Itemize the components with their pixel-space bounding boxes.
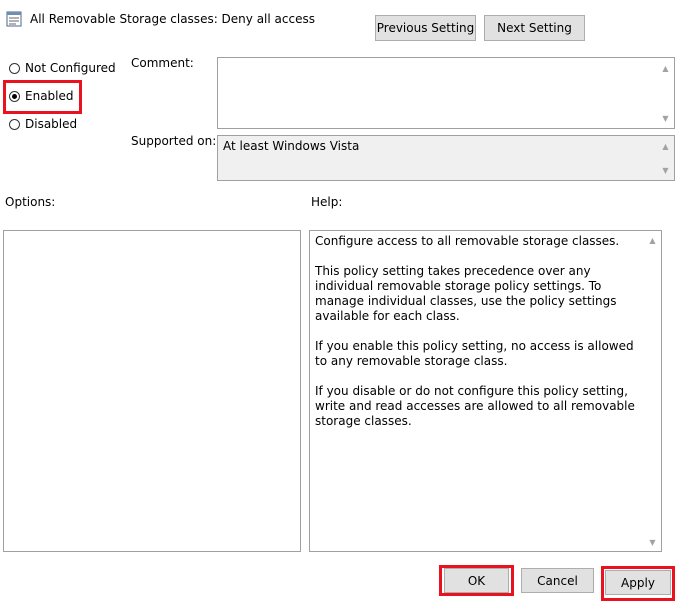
dialog-title: All Removable Storage classes: Deny all … bbox=[30, 12, 315, 26]
radio-disabled-label: Disabled bbox=[25, 117, 78, 131]
cancel-button[interactable]: Cancel bbox=[521, 568, 594, 593]
scroll-up-icon[interactable]: ▲ bbox=[644, 233, 661, 247]
help-text: Configure access to all removable storag… bbox=[315, 234, 641, 444]
scroll-down-icon[interactable]: ▼ bbox=[644, 535, 661, 549]
next-setting-button[interactable]: Next Setting bbox=[484, 15, 585, 41]
help-paragraph: This policy setting takes precedence ove… bbox=[315, 264, 617, 323]
supported-on-value: At least Windows Vista bbox=[223, 139, 360, 153]
help-paragraph: If you enable this policy setting, no ac… bbox=[315, 339, 634, 368]
radio-disabled-indicator[interactable] bbox=[9, 118, 20, 130]
scroll-down-icon[interactable]: ▼ bbox=[657, 111, 674, 125]
comment-label: Comment: bbox=[131, 56, 194, 70]
policy-setting-icon bbox=[6, 11, 22, 27]
apply-button[interactable]: Apply bbox=[605, 570, 671, 595]
options-panel bbox=[3, 230, 301, 552]
radio-enabled-label: Enabled bbox=[25, 89, 74, 103]
radio-not-configured-label: Not Configured bbox=[25, 61, 116, 75]
radio-enabled-indicator[interactable] bbox=[9, 90, 20, 102]
help-paragraph: Configure access to all removable storag… bbox=[315, 234, 620, 248]
radio-enabled[interactable]: Enabled bbox=[9, 89, 74, 103]
ok-button[interactable]: OK bbox=[444, 568, 509, 593]
radio-not-configured[interactable]: Not Configured bbox=[9, 61, 116, 75]
supported-on-box: At least Windows Vista ▲ ▼ bbox=[217, 135, 675, 181]
help-paragraph: If you disable or do not configure this … bbox=[315, 384, 635, 428]
radio-disabled[interactable]: Disabled bbox=[9, 117, 77, 131]
scroll-down-icon[interactable]: ▼ bbox=[657, 163, 674, 177]
help-panel: Configure access to all removable storag… bbox=[309, 230, 662, 552]
supported-scrollbar[interactable]: ▲ ▼ bbox=[657, 136, 674, 180]
comment-textbox[interactable]: ▲ ▼ bbox=[217, 57, 675, 129]
radio-not-configured-indicator[interactable] bbox=[9, 62, 20, 74]
help-scrollbar[interactable]: ▲ ▼ bbox=[644, 231, 661, 551]
supported-on-label: Supported on: bbox=[131, 134, 217, 148]
scroll-up-icon[interactable]: ▲ bbox=[657, 139, 674, 153]
options-label: Options: bbox=[5, 195, 56, 209]
help-label: Help: bbox=[311, 195, 343, 209]
scroll-up-icon[interactable]: ▲ bbox=[657, 61, 674, 75]
comment-scrollbar[interactable]: ▲ ▼ bbox=[657, 58, 674, 128]
previous-setting-button[interactable]: Previous Setting bbox=[375, 15, 476, 41]
